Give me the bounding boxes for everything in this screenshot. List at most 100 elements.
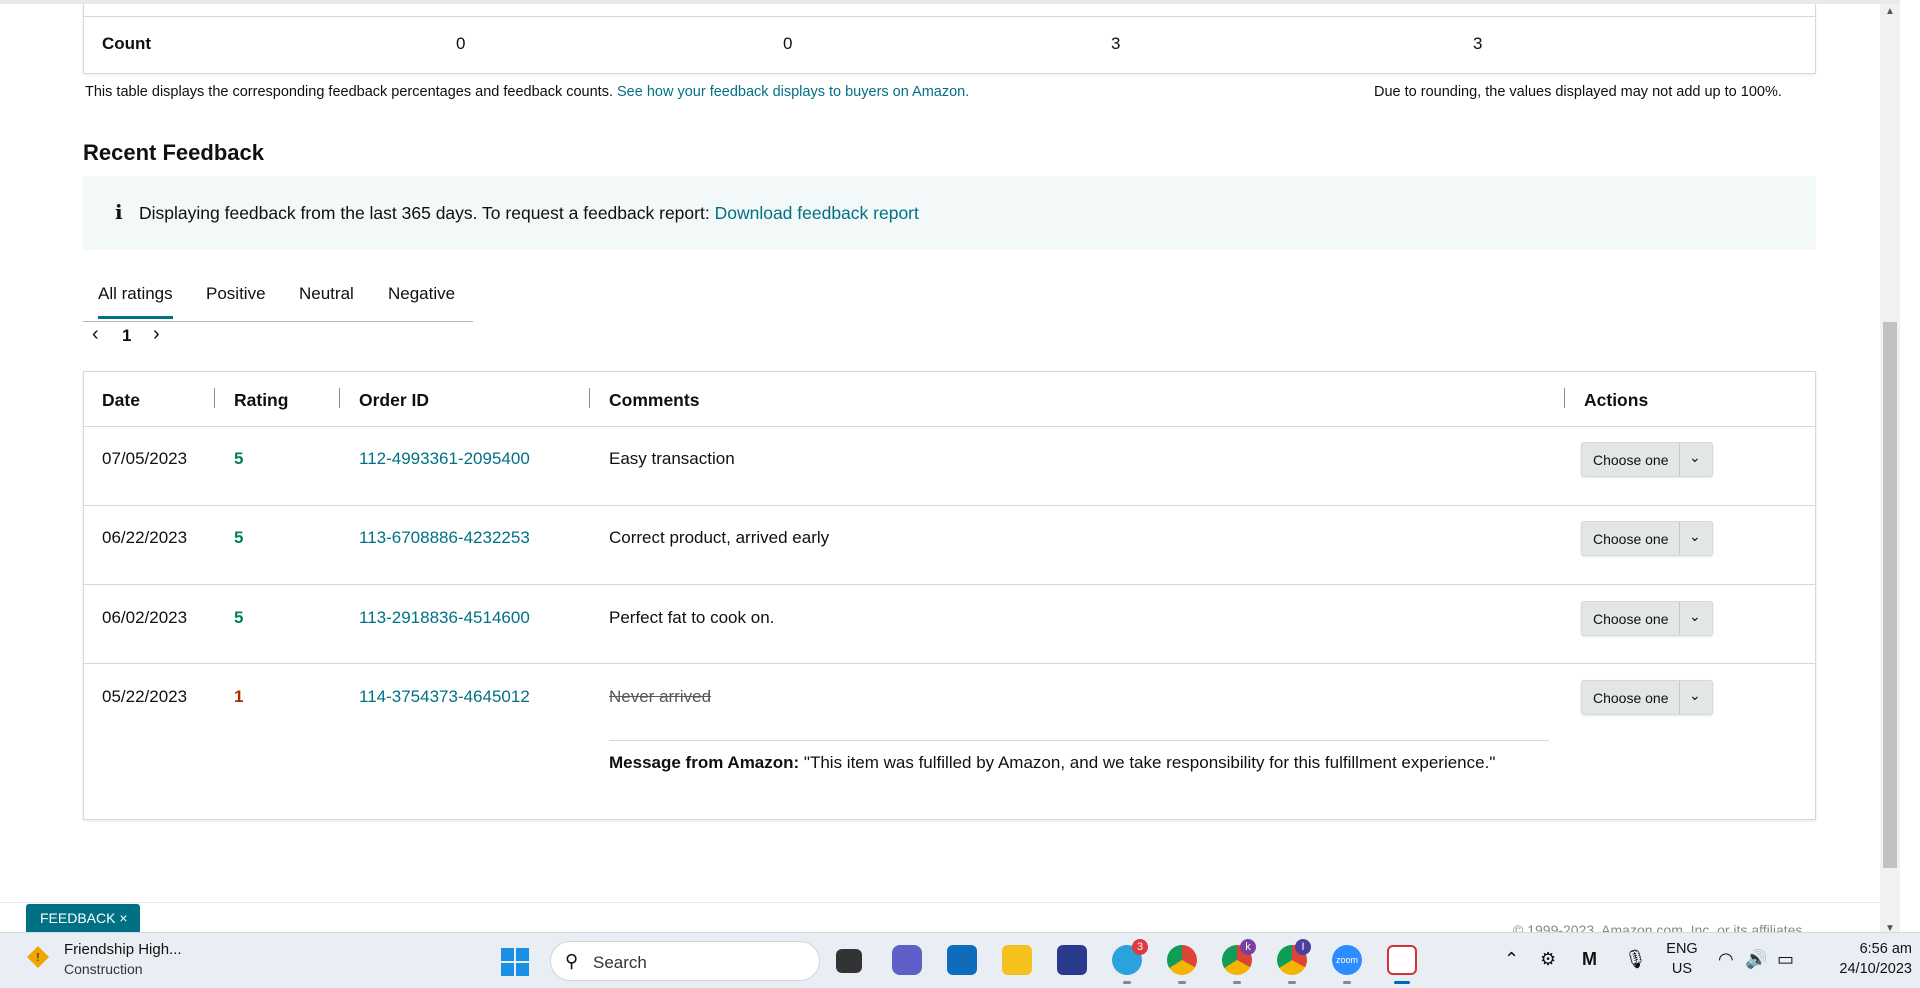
- count-value: 3: [1111, 34, 1121, 53]
- scroll-down-icon[interactable]: ▼: [1885, 923, 1895, 932]
- row-date: 05/22/2023: [102, 687, 188, 706]
- teams-icon[interactable]: [892, 945, 922, 975]
- choose-one-dropdown[interactable]: Choose one ⌄: [1581, 442, 1713, 477]
- zoom-icon[interactable]: zoom: [1332, 945, 1362, 975]
- volume-icon[interactable]: 🔊: [1745, 949, 1767, 970]
- choose-one-dropdown[interactable]: Choose one ⌄: [1581, 680, 1713, 715]
- count-value: 0: [783, 34, 793, 53]
- row-comment-struck: Never arrived: [609, 687, 712, 706]
- row-divider: [84, 505, 1815, 506]
- order-id-link[interactable]: 112-4993361-2095400: [359, 449, 530, 469]
- tab-positive[interactable]: Positive: [206, 284, 266, 304]
- copyright: © 1999-2023, Amazon.com, Inc. or its aff…: [1513, 922, 1803, 932]
- clock-date: 24/10/2023: [1839, 961, 1912, 977]
- file-explorer-icon[interactable]: [1002, 945, 1032, 975]
- store-icon[interactable]: [947, 945, 977, 975]
- active-indicator: [1394, 981, 1410, 984]
- app-tray-icon[interactable]: M: [1582, 949, 1597, 970]
- dropdown-label: Choose one: [1593, 690, 1669, 706]
- feedback-table: Date Rating Order ID Comments Actions 07…: [83, 371, 1816, 820]
- amazon-message-text: "This item was fulfilled by Amazon, and …: [803, 753, 1496, 772]
- app-icon[interactable]: [1057, 945, 1087, 975]
- battery-icon[interactable]: ▭: [1777, 949, 1794, 970]
- footer-divider: [0, 902, 1900, 903]
- feedback-count-table: Count 0 0 3 3: [83, 4, 1816, 74]
- page-number[interactable]: 1: [122, 326, 131, 346]
- row-rating: 5: [234, 608, 244, 627]
- snipping-tool-icon[interactable]: [1387, 945, 1417, 975]
- table-note: This table displays the corresponding fe…: [85, 84, 969, 100]
- row-comment: Easy transaction: [609, 449, 735, 468]
- row-rating: 1: [234, 687, 244, 706]
- row-divider: [84, 426, 1815, 427]
- wifi-icon[interactable]: ◠: [1718, 949, 1734, 970]
- page-scrollbar[interactable]: ▲ ▼: [1880, 4, 1900, 932]
- header-actions: Actions: [1584, 390, 1649, 410]
- order-id-link[interactable]: 113-6708886-4232253: [359, 528, 530, 548]
- feedback-button[interactable]: FEEDBACK ×: [26, 904, 140, 932]
- running-indicator: [1123, 981, 1131, 984]
- rating-tabs: All ratings Positive Neutral Negative: [83, 268, 473, 322]
- rounding-note: Due to rounding, the values displayed ma…: [1374, 84, 1782, 100]
- close-icon[interactable]: ×: [119, 910, 127, 926]
- weather-alert-icon[interactable]: !: [26, 945, 50, 969]
- region-indicator: US: [1671, 961, 1693, 977]
- column-separator: [339, 388, 340, 408]
- header-comments[interactable]: Comments: [609, 390, 699, 411]
- tab-neutral[interactable]: Neutral: [299, 284, 354, 304]
- svg-text:!: !: [36, 951, 40, 964]
- choose-one-dropdown[interactable]: Choose one ⌄: [1581, 521, 1713, 556]
- running-indicator: [1178, 981, 1186, 984]
- taskbar-search[interactable]: ⚲ Search: [550, 941, 820, 981]
- running-indicator: [1233, 981, 1241, 984]
- chevron-down-icon: ⌄: [1689, 687, 1701, 703]
- download-report-link[interactable]: Download feedback report: [715, 203, 919, 223]
- language-indicator[interactable]: ENG: [1664, 941, 1700, 957]
- profile-badge: I: [1295, 939, 1311, 955]
- header-rating[interactable]: Rating: [234, 390, 288, 411]
- dropdown-label: Choose one: [1593, 611, 1669, 627]
- scroll-up-icon[interactable]: ▲: [1885, 6, 1895, 17]
- clock-time[interactable]: 6:56 am: [1812, 941, 1912, 957]
- info-text: Displaying feedback from the last 365 da…: [139, 203, 710, 223]
- column-separator: [214, 388, 215, 408]
- row-date: 06/02/2023: [102, 608, 188, 627]
- count-label: Count: [102, 34, 152, 53]
- prev-page-icon[interactable]: ‹: [92, 323, 99, 346]
- dropdown-label: Choose one: [1593, 452, 1669, 468]
- profile-badge: k: [1240, 939, 1256, 955]
- next-page-icon[interactable]: ›: [153, 323, 160, 346]
- amazon-message-label: Message from Amazon:: [609, 753, 800, 772]
- feedback-label: FEEDBACK: [40, 910, 116, 926]
- choose-one-dropdown[interactable]: Choose one ⌄: [1581, 601, 1713, 636]
- table-note-text: This table displays the corresponding fe…: [85, 84, 613, 100]
- dropdown-divider: [1679, 681, 1680, 714]
- windows-taskbar: ! Friendship High... Construction ⚲ Sear…: [0, 932, 1920, 988]
- dropdown-divider: [1679, 602, 1680, 635]
- header-order-id[interactable]: Order ID: [359, 390, 429, 411]
- info-icon: i: [115, 200, 123, 224]
- scroll-thumb[interactable]: [1883, 322, 1897, 868]
- dropdown-label: Choose one: [1593, 531, 1669, 547]
- page: Count 0 0 3 3 This table displays the co…: [0, 0, 1900, 932]
- task-view-icon[interactable]: [836, 949, 862, 973]
- chevron-up-icon[interactable]: ⌃: [1504, 949, 1519, 970]
- order-id-link[interactable]: 114-3754373-4645012: [359, 687, 530, 707]
- microphone-icon[interactable]: 🎙: [1624, 949, 1647, 970]
- chevron-down-icon: ⌄: [1689, 449, 1701, 465]
- info-banner-text: Displaying feedback from the last 365 da…: [139, 203, 919, 224]
- order-id-link[interactable]: 113-2918836-4514600: [359, 608, 530, 628]
- chrome-icon[interactable]: [1167, 945, 1197, 975]
- tab-all-ratings[interactable]: All ratings: [98, 284, 173, 319]
- count-value: 0: [456, 34, 466, 53]
- feedback-display-link[interactable]: See how your feedback displays to buyers…: [617, 84, 969, 100]
- settings-sliders-icon[interactable]: ⚙: [1540, 949, 1556, 970]
- info-banner: i Displaying feedback from the last 365 …: [83, 176, 1816, 250]
- header-date[interactable]: Date: [102, 390, 140, 411]
- chevron-down-icon: ⌄: [1689, 528, 1701, 544]
- windows-start-icon[interactable]: [501, 948, 529, 976]
- weather-title[interactable]: Friendship High...: [64, 941, 182, 958]
- amazon-message: Message from Amazon: "This item was fulf…: [609, 740, 1549, 774]
- search-placeholder: Search: [593, 953, 647, 972]
- tab-negative[interactable]: Negative: [388, 284, 455, 304]
